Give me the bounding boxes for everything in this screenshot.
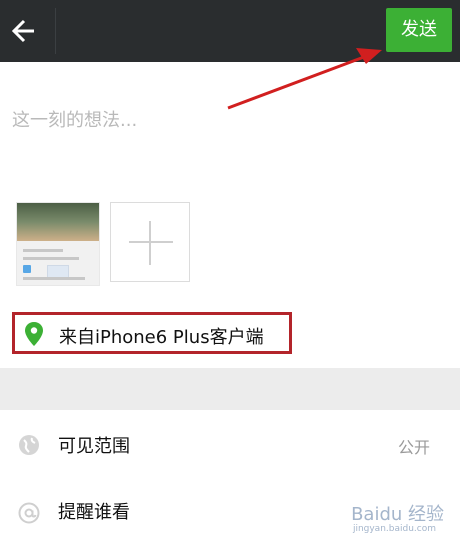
back-arrow-icon[interactable]: [10, 17, 38, 45]
toolbar-divider: [55, 8, 56, 54]
visibility-value: 公开: [397, 438, 430, 457]
watermark-url: jingyan.baidu.com: [352, 524, 436, 534]
post-text-input[interactable]: 这一刻的想法...: [12, 106, 137, 132]
compose-area: 这一刻的想法... 来自iPhone6 Plus客户端: [0, 62, 460, 362]
section-separator: [0, 368, 460, 410]
selected-photo-thumbnail[interactable]: [16, 202, 100, 286]
photo-avatar: [23, 265, 31, 273]
watermark-logo: Baidu 经验: [351, 504, 444, 525]
visibility-row[interactable]: 可见范围 公开: [0, 410, 460, 481]
remind-label: 提醒谁看: [58, 502, 130, 523]
send-button[interactable]: 发送: [386, 8, 452, 52]
location-pin-icon: [25, 322, 43, 346]
plus-icon: [149, 221, 151, 265]
add-photo-button[interactable]: [110, 202, 190, 282]
at-icon: [18, 502, 40, 524]
location-row[interactable]: 来自iPhone6 Plus客户端: [12, 312, 292, 354]
location-label: 来自iPhone6 Plus客户端: [59, 327, 264, 348]
globe-icon: [19, 435, 39, 455]
top-bar: 发送: [0, 0, 460, 62]
photo-landscape: [17, 203, 99, 241]
photo-text-line: [23, 257, 79, 260]
plus-icon: [129, 241, 173, 243]
photo-text-line: [23, 277, 85, 280]
visibility-label: 可见范围: [58, 436, 130, 457]
photo-text-line: [23, 249, 63, 252]
